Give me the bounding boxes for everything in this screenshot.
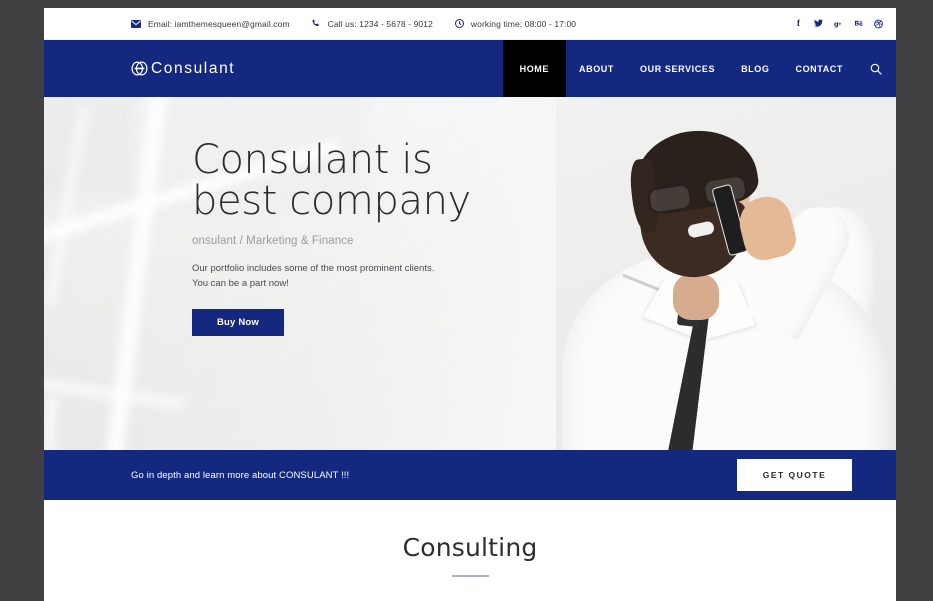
hero-content: Consulant is best company onsulant / Mar…: [192, 140, 522, 337]
site-logo[interactable]: Consulant: [44, 40, 503, 97]
hero-desc-line1: Our portfolio includes some of the most …: [192, 262, 435, 274]
phone-icon: [312, 19, 321, 28]
browser-viewport: Email: iamthemesqueen@gmail.com Call us:…: [0, 0, 933, 601]
topbar-hours-text: working time: 08:00 - 17:00: [470, 18, 577, 29]
section-divider: [451, 575, 489, 577]
clock-icon: [454, 19, 464, 28]
topbar-phone[interactable]: Call us: 1234 - 5678 - 9012: [312, 19, 433, 29]
cta-banner: Go in depth and learn more about CONSULA…: [44, 450, 896, 500]
hero-person-photo: [556, 97, 896, 450]
buy-now-button[interactable]: Buy Now: [192, 309, 284, 337]
logo-mark-icon: [131, 60, 148, 77]
facebook-icon[interactable]: f: [794, 18, 803, 29]
hero-section: Consulant is best company onsulant / Mar…: [44, 97, 896, 450]
nav-item-blog[interactable]: BLOG: [728, 40, 782, 97]
hero-description: Our portfolio includes some of the most …: [192, 261, 522, 292]
envelope-icon: [131, 19, 141, 28]
cta-text: Go in depth and learn more about CONSULA…: [131, 469, 350, 481]
search-icon[interactable]: [856, 40, 896, 97]
behance-icon[interactable]: [854, 18, 863, 29]
top-info-bar: Email: iamthemesqueen@gmail.com Call us:…: [44, 8, 896, 40]
nav-item-home[interactable]: HOME: [502, 40, 566, 97]
twitter-icon[interactable]: [814, 18, 823, 29]
nav-item-about[interactable]: ABOUT: [566, 40, 627, 97]
social-links: f g: [794, 18, 883, 29]
nav-menu: HOME ABOUT OUR SERVICES BLOG CONTACT: [502, 40, 896, 97]
hero-subtitle: onsulant / Marketing & Finance: [192, 234, 354, 247]
svg-text:g: g: [834, 20, 839, 28]
hero-title-line2: best company: [192, 177, 471, 224]
topbar-email[interactable]: Email: iamthemesqueen@gmail.com: [131, 19, 290, 29]
topbar-hours: working time: 08:00 - 17:00: [454, 18, 577, 29]
hero-desc-line2: You can be a part now!: [192, 277, 289, 289]
dribbble-icon[interactable]: [874, 18, 883, 29]
nav-item-contact[interactable]: CONTACT: [782, 40, 856, 97]
page-content: Email: iamthemesqueen@gmail.com Call us:…: [44, 8, 896, 601]
get-quote-button[interactable]: GET QUOTE: [737, 459, 852, 491]
hero-title-line1: Consulant is: [192, 137, 433, 183]
topbar-phone-text: Call us: 1234 - 5678 - 9012: [327, 18, 433, 29]
nav-item-our-services[interactable]: OUR SERVICES: [627, 40, 728, 97]
hero-title: Consulant is best company: [192, 140, 522, 222]
google-plus-icon[interactable]: g: [834, 18, 843, 29]
consulting-section: Consulting: [44, 500, 896, 601]
topbar-email-text: Email: iamthemesqueen@gmail.com: [148, 18, 290, 29]
section-title: Consulting: [402, 533, 538, 562]
main-navbar: Consulant HOME ABOUT OUR SERVICES BLOG C…: [44, 40, 896, 97]
logo-text: Consulant: [151, 59, 236, 77]
topbar-contact-group: Email: iamthemesqueen@gmail.com Call us:…: [131, 19, 794, 29]
